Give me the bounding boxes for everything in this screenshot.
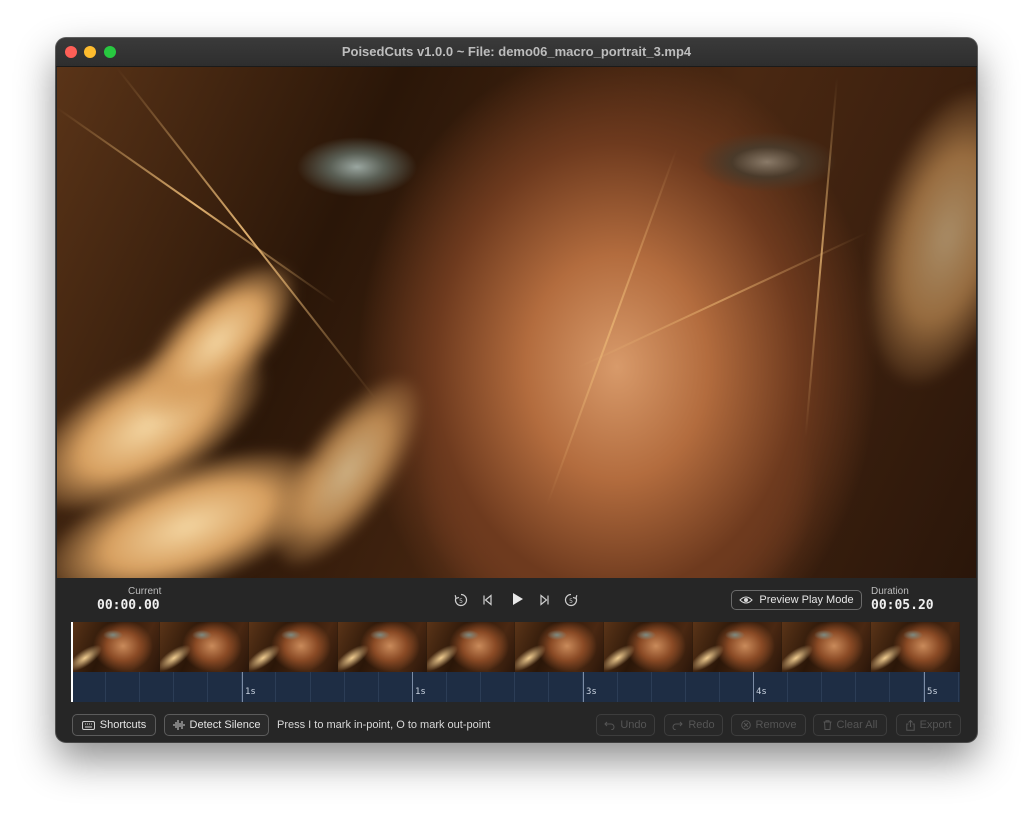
redo-icon [672,721,684,730]
remove-circle-icon [740,720,751,730]
video-preview[interactable] [57,67,976,578]
clear-all-button[interactable]: Clear All [813,714,887,736]
undo-button[interactable]: Undo [596,714,655,736]
redo-button[interactable]: Redo [664,714,723,736]
timeline-grid-line [344,672,345,702]
export-button[interactable]: Export [896,714,961,736]
play-icon[interactable] [508,590,526,608]
app-window: PoisedCuts v1.0.0 ~ File: demo06_macro_p… [56,38,977,742]
shortcuts-label: Shortcuts [99,719,147,731]
window-title: PoisedCuts v1.0.0 ~ File: demo06_macro_p… [341,44,692,59]
forward-5-icon[interactable]: 5 [563,592,579,608]
second-marker [412,672,413,702]
thumbnail-frame [337,622,427,672]
detect-silence-button[interactable]: Detect Silence [164,714,269,736]
preview-play-mode-button[interactable]: Preview Play Mode [731,590,862,610]
preview-play-mode-label: Preview Play Mode [759,594,854,606]
step-forward-icon[interactable] [536,592,552,608]
second-label: 3s [586,687,597,697]
svg-text:5: 5 [569,598,573,605]
playback-controls: Current 00:00.00 5 5 Preview Play Mode D… [56,578,977,622]
current-label: Current [128,586,162,597]
thumbnail-frame [693,622,783,672]
thumbnail-frame [782,622,872,672]
timeline-grid-line [446,672,447,702]
timeline-grid-line [958,672,959,702]
timeline-grid-line [139,672,140,702]
svg-text:5: 5 [459,598,463,605]
thumbnail-frame [426,622,516,672]
redo-label: Redo [688,719,715,731]
timeline-grid-line [207,672,208,702]
current-time: 00:00.00 [97,598,160,613]
thumbnail-frame [871,622,960,672]
thumbnail-frame [159,622,249,672]
timeline-grid-line [719,672,720,702]
timeline-grid-line [685,672,686,702]
thumbnail-frame [515,622,605,672]
second-marker [924,672,925,702]
thumbnail-frame [71,622,160,672]
timeline-track[interactable]: 1s 1s 3s 4s 5s [71,672,960,702]
timeline-grid-line [378,672,379,702]
undo-label: Undo [620,719,647,731]
timeline-grid-line [548,672,549,702]
remove-label: Remove [755,719,797,731]
timeline-grid-line [617,672,618,702]
keyboard-hint: Press I to mark in-point, O to mark out-… [277,719,491,731]
shortcuts-button[interactable]: Shortcuts [72,714,156,736]
duration-time: 00:05.20 [871,598,934,613]
timeline-grid-line [173,672,174,702]
detect-silence-label: Detect Silence [189,719,261,731]
thumbnail-frame [604,622,694,672]
playhead[interactable] [71,622,73,702]
second-label: 4s [756,687,767,697]
keyboard-icon [81,720,95,730]
export-label: Export [919,719,952,731]
timeline-grid-line [480,672,481,702]
second-marker [753,672,754,702]
timeline-grid-line [275,672,276,702]
second-label: 5s [927,687,938,697]
rewind-5-icon[interactable]: 5 [453,592,469,608]
second-label: 1s [415,687,426,697]
timeline-grid-line [787,672,788,702]
remove-button[interactable]: Remove [731,714,806,736]
timeline-grid-line [651,672,652,702]
share-icon [905,719,915,731]
trash-icon [823,720,832,730]
timeline-grid-line [310,672,311,702]
thumbnail-strip[interactable] [71,622,960,672]
bottom-toolbar: Shortcuts Detect Silence Press I to mark… [56,710,977,740]
title-bar: PoisedCuts v1.0.0 ~ File: demo06_macro_p… [56,38,977,67]
thumbnail-frame [248,622,338,672]
second-marker [242,672,243,702]
step-back-icon[interactable] [480,592,496,608]
timeline-grid-line [821,672,822,702]
timeline-grid-line [514,672,515,702]
clear-all-label: Clear All [836,719,878,731]
second-marker [583,672,584,702]
timeline-grid-line [105,672,106,702]
eye-icon [739,595,754,605]
timeline-grid-line [889,672,890,702]
second-label: 1s [245,687,256,697]
duration-label: Duration [871,586,909,597]
waveform-icon [173,720,185,730]
timeline[interactable]: 1s 1s 3s 4s 5s [71,622,960,702]
timeline-grid-line [855,672,856,702]
undo-icon [604,721,615,730]
